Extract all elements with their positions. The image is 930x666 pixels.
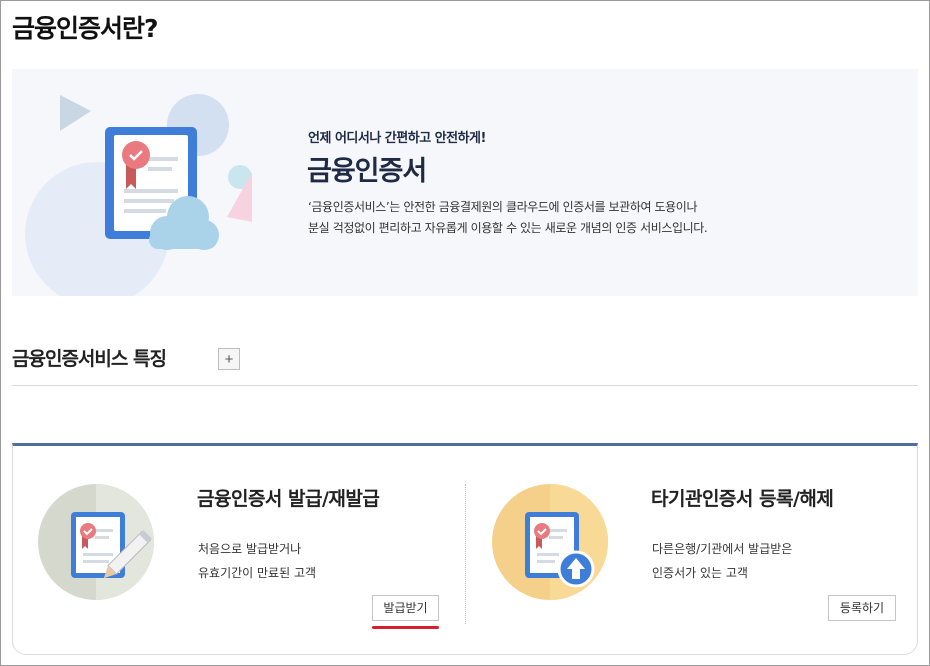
register-certificate-button[interactable]: 등록하기 — [828, 595, 896, 621]
service-cards-panel: 금융인증서 발급/재발급 처음으로 발급받거나 유효기간이 만료된 고객 발급받… — [12, 443, 918, 655]
hero-description: ‘금융인증서비스’는 안전한 금융결제원의 클라우드에 인증서를 보관하여 도용… — [308, 197, 708, 239]
card-description-line: 유효기간이 만료된 고객 — [198, 566, 317, 580]
card-description-line: 처음으로 발급받거나 — [198, 542, 302, 556]
issue-certificate-button[interactable]: 발급받기 — [372, 595, 439, 621]
hero-description-line: 분실 걱정없이 편리하고 자유롭게 이용할 수 있는 새로운 개념의 인증 서비… — [308, 221, 708, 235]
page-title: 금융인증서란? — [12, 14, 159, 43]
highlight-underline — [372, 626, 439, 629]
hero-banner: 언제 어디서나 간편하고 안전하게! 금융인증서 ‘금융인증서비스’는 안전한 … — [12, 69, 918, 296]
card-description: 다른은행/기관에서 발급받은 인증서가 있는 고객 — [652, 537, 792, 585]
section-divider — [12, 385, 918, 386]
card-title: 타기관인증서 등록/해제 — [651, 488, 834, 510]
cloud-certificate-illustration — [25, 94, 252, 296]
hero-description-line: ‘금융인증서비스’는 안전한 금융결제원의 클라우드에 인증서를 보관하여 도용… — [308, 200, 698, 214]
card-title: 금융인증서 발급/재발급 — [197, 488, 380, 510]
card-description-line: 인증서가 있는 고객 — [652, 566, 748, 580]
expand-features-button[interactable]: + — [218, 348, 240, 370]
features-title: 금융인증서비스 특징 — [12, 348, 167, 370]
certificate-upload-icon — [492, 484, 608, 600]
card-description-line: 다른은행/기관에서 발급받은 — [652, 542, 793, 556]
hero-subtitle: 언제 어디서나 간편하고 안전하게! — [308, 131, 486, 146]
card-divider — [465, 484, 466, 624]
card-description: 처음으로 발급받거나 유효기간이 만료된 고객 — [198, 537, 316, 585]
hero-title: 금융인증서 — [307, 156, 427, 187]
certificate-pencil-icon — [38, 484, 154, 600]
